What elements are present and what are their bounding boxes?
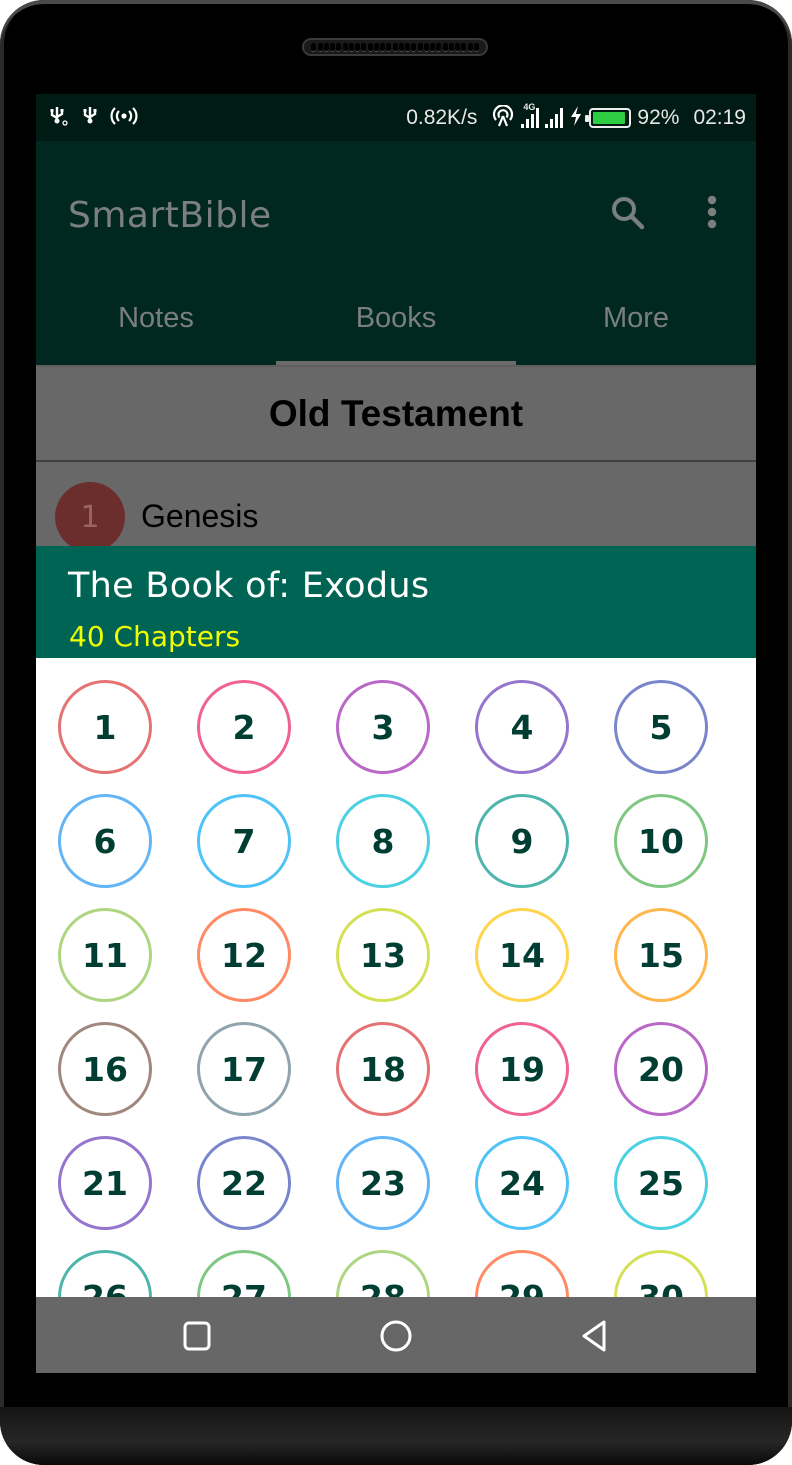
- chapter-button-20[interactable]: 20: [614, 1022, 708, 1116]
- app-title: SmartBible: [68, 195, 272, 236]
- tab-books[interactable]: Books: [276, 271, 516, 365]
- chapter-button-21[interactable]: 21: [58, 1136, 152, 1230]
- chapter-button-25[interactable]: 25: [614, 1136, 708, 1230]
- battery-percent: 92%: [637, 105, 680, 129]
- chapter-sheet-header: The Book of: Exodus 40 Chapters: [36, 546, 756, 658]
- chapter-button-9[interactable]: 9: [475, 794, 569, 888]
- chapter-button-29[interactable]: 29: [475, 1250, 569, 1298]
- chapter-button-3[interactable]: 3: [336, 680, 430, 774]
- app-bar: SmartBible Notes Books More: [36, 141, 756, 365]
- book-name: Genesis: [141, 498, 259, 534]
- wifi-hotspot-icon: [491, 103, 515, 131]
- chapter-count: 40 Chapters: [69, 620, 241, 653]
- network-speed: 0.82K/s: [406, 105, 478, 129]
- charging-icon: [569, 105, 583, 131]
- chapter-button-5[interactable]: 5: [614, 680, 708, 774]
- section-header: Old Testament: [36, 365, 756, 462]
- chapter-button-18[interactable]: 18: [336, 1022, 430, 1116]
- chapter-button-28[interactable]: 28: [336, 1250, 430, 1298]
- battery-fill: [593, 111, 625, 124]
- hotspot-icon: [110, 105, 138, 131]
- back-icon[interactable]: [578, 1319, 612, 1353]
- sheet-title: The Book of: Exodus: [68, 566, 430, 606]
- navigation-bar: [36, 1297, 756, 1373]
- tab-bar: Notes Books More: [36, 271, 756, 365]
- search-icon[interactable]: [608, 193, 648, 233]
- tab-more[interactable]: More: [516, 271, 756, 365]
- chapter-button-8[interactable]: 8: [336, 794, 430, 888]
- chapter-grid: 1 2 3 4 5 6 7 8 9 10 11 12 13 14 15 16 17 18 19 20 21 22 23 24 2…: [36, 658, 756, 1298]
- chapter-button-17[interactable]: 17: [197, 1022, 291, 1116]
- signal-icon: [545, 107, 564, 128]
- chapter-button-27[interactable]: 27: [197, 1250, 291, 1298]
- chapter-button-16[interactable]: 16: [58, 1022, 152, 1116]
- tab-notes[interactable]: Notes: [36, 271, 276, 365]
- chapter-button-15[interactable]: 15: [614, 908, 708, 1002]
- recent-apps-icon[interactable]: [180, 1319, 214, 1353]
- phone-frame: 0.82K/s 4G 92% 02:19 SmartBible Notes Bo…: [0, 0, 792, 1465]
- book-number-badge: 1: [55, 482, 125, 552]
- chapter-button-7[interactable]: 7: [197, 794, 291, 888]
- chapter-button-30[interactable]: 30: [614, 1250, 708, 1298]
- phone-chin: [0, 1407, 792, 1465]
- chapter-button-4[interactable]: 4: [475, 680, 569, 774]
- chapter-button-14[interactable]: 14: [475, 908, 569, 1002]
- chapter-button-6[interactable]: 6: [58, 794, 152, 888]
- chapter-button-2[interactable]: 2: [197, 680, 291, 774]
- chapter-button-26[interactable]: 26: [58, 1250, 152, 1298]
- chapter-button-11[interactable]: 11: [58, 908, 152, 1002]
- chapter-button-22[interactable]: 22: [197, 1136, 291, 1230]
- chapter-button-19[interactable]: 19: [475, 1022, 569, 1116]
- screen: 0.82K/s 4G 92% 02:19 SmartBible Notes Bo…: [36, 94, 756, 1373]
- usb-icon: [80, 105, 100, 131]
- chapter-button-1[interactable]: 1: [58, 680, 152, 774]
- clock: 02:19: [693, 105, 746, 129]
- chapter-button-23[interactable]: 23: [336, 1136, 430, 1230]
- chapter-button-10[interactable]: 10: [614, 794, 708, 888]
- status-bar: 0.82K/s 4G 92% 02:19: [36, 94, 756, 141]
- home-icon[interactable]: [379, 1319, 413, 1353]
- signal-4g-icon: 4G: [521, 102, 540, 128]
- more-vert-icon[interactable]: [698, 193, 722, 233]
- book-list-item[interactable]: 1 Genesis: [36, 462, 756, 552]
- chapter-button-12[interactable]: 12: [197, 908, 291, 1002]
- battery-icon: [585, 107, 632, 128]
- usb-debug-icon: [48, 105, 70, 131]
- speaker-grille: [302, 38, 488, 56]
- chapter-button-24[interactable]: 24: [475, 1136, 569, 1230]
- chapter-button-13[interactable]: 13: [336, 908, 430, 1002]
